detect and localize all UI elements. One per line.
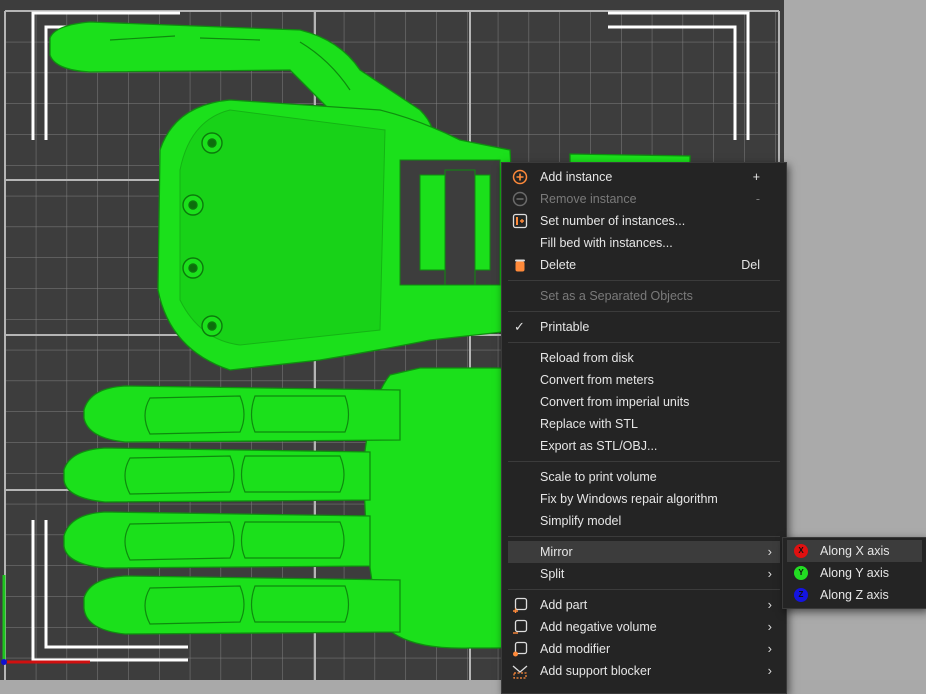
- checkmark-icon: ✓: [514, 319, 525, 334]
- menu-item-set-separated-objects[interactable]: Set as a Separated Objects: [508, 285, 780, 307]
- menu-item-fix-windows-repair[interactable]: Fix by Windows repair algorithm: [508, 488, 780, 510]
- menu-item-label: Simplify model: [540, 514, 622, 528]
- submenu-item-along-y-axis[interactable]: Y Along Y axis: [787, 562, 922, 584]
- support-blocker-icon: [512, 663, 528, 679]
- menu-item-set-number-of-instances[interactable]: Set number of instances...: [508, 210, 780, 232]
- menu-item-shortcut: Del: [741, 258, 760, 272]
- menu-item-label: Add modifier: [540, 642, 611, 656]
- menu-item-split[interactable]: Split ›: [508, 563, 780, 585]
- menu-item-label: Add instance: [540, 170, 613, 184]
- instances-count-icon: [512, 213, 528, 229]
- z-axis-icon: Z: [794, 588, 808, 602]
- context-menu: Add instance + Remove instance - Set num…: [501, 162, 787, 694]
- menu-item-shortcut: +: [752, 170, 760, 184]
- menu-item-printable[interactable]: ✓ Printable: [508, 316, 780, 338]
- menu-item-label: Split: [540, 567, 565, 581]
- menu-item-replace-with-stl[interactable]: Replace with STL: [508, 413, 780, 435]
- menu-item-add-support-blocker[interactable]: Add support blocker ›: [508, 660, 780, 682]
- menu-item-label: Export as STL/OBJ...: [540, 439, 658, 453]
- menu-item-label: Add negative volume: [540, 620, 657, 634]
- menu-separator: [508, 536, 780, 537]
- menu-item-label: Replace with STL: [540, 417, 638, 431]
- negative-volume-icon: [512, 619, 528, 635]
- chevron-right-icon: ›: [767, 619, 772, 634]
- menu-item-label: Set number of instances...: [540, 214, 686, 228]
- chevron-right-icon: ›: [767, 566, 772, 581]
- menu-item-add-negative-volume[interactable]: Add negative volume ›: [508, 616, 780, 638]
- chevron-right-icon: ›: [767, 597, 772, 612]
- menu-item-add-modifier[interactable]: Add modifier ›: [508, 638, 780, 660]
- menu-separator: [508, 461, 780, 462]
- menu-item-fill-bed[interactable]: Fill bed with instances...: [508, 232, 780, 254]
- menu-item-label: Printable: [540, 320, 590, 334]
- submenu-item-label: Along X axis: [820, 544, 890, 558]
- menu-separator: [508, 311, 780, 312]
- menu-item-remove-instance[interactable]: Remove instance -: [508, 188, 780, 210]
- modifier-icon: [512, 641, 528, 657]
- chevron-right-icon: ›: [767, 663, 772, 678]
- menu-separator: [508, 589, 780, 590]
- menu-item-label: Set as a Separated Objects: [540, 289, 693, 303]
- menu-item-mirror[interactable]: Mirror ›: [508, 541, 780, 563]
- chevron-right-icon: ›: [767, 544, 772, 559]
- menu-item-simplify-model[interactable]: Simplify model: [508, 510, 780, 532]
- remove-instance-icon: [512, 191, 528, 207]
- menu-item-shortcut: -: [755, 192, 760, 206]
- add-part-icon: [512, 597, 528, 613]
- menu-item-add-part[interactable]: Add part ›: [508, 594, 780, 616]
- menu-item-label: Add part: [540, 598, 588, 612]
- chevron-right-icon: ›: [767, 641, 772, 656]
- menu-item-label: Reload from disk: [540, 351, 634, 365]
- menu-item-label: Fix by Windows repair algorithm: [540, 492, 718, 506]
- trash-icon: [512, 257, 528, 273]
- menu-item-add-instance[interactable]: Add instance +: [508, 166, 780, 188]
- menu-separator: [508, 280, 780, 281]
- menu-item-convert-from-imperial[interactable]: Convert from imperial units: [508, 391, 780, 413]
- menu-item-convert-from-meters[interactable]: Convert from meters: [508, 369, 780, 391]
- submenu-item-along-x-axis[interactable]: X Along X axis: [787, 540, 922, 562]
- menu-item-label: Convert from imperial units: [540, 395, 690, 409]
- menu-item-label: Remove instance: [540, 192, 637, 206]
- submenu-item-along-z-axis[interactable]: Z Along Z axis: [787, 584, 922, 606]
- menu-item-label: Mirror: [540, 545, 573, 559]
- menu-item-export-stl-obj[interactable]: Export as STL/OBJ...: [508, 435, 780, 457]
- add-instance-icon: [512, 169, 528, 185]
- submenu-item-label: Along Z axis: [820, 588, 889, 602]
- menu-item-label: Delete: [540, 258, 577, 272]
- x-axis-icon: X: [794, 544, 808, 558]
- mirror-submenu: X Along X axis Y Along Y axis Z Along Z …: [782, 537, 926, 609]
- menu-item-reload-from-disk[interactable]: Reload from disk: [508, 347, 780, 369]
- menu-item-label: Add support blocker: [540, 664, 652, 678]
- menu-item-label: Scale to print volume: [540, 470, 657, 484]
- y-axis-icon: Y: [794, 566, 808, 580]
- menu-item-scale-to-print-volume[interactable]: Scale to print volume: [508, 466, 780, 488]
- menu-item-label: Convert from meters: [540, 373, 654, 387]
- menu-separator: [508, 342, 780, 343]
- submenu-item-label: Along Y axis: [820, 566, 890, 580]
- menu-item-delete[interactable]: Delete Del: [508, 254, 780, 276]
- menu-item-label: Fill bed with instances...: [540, 236, 673, 250]
